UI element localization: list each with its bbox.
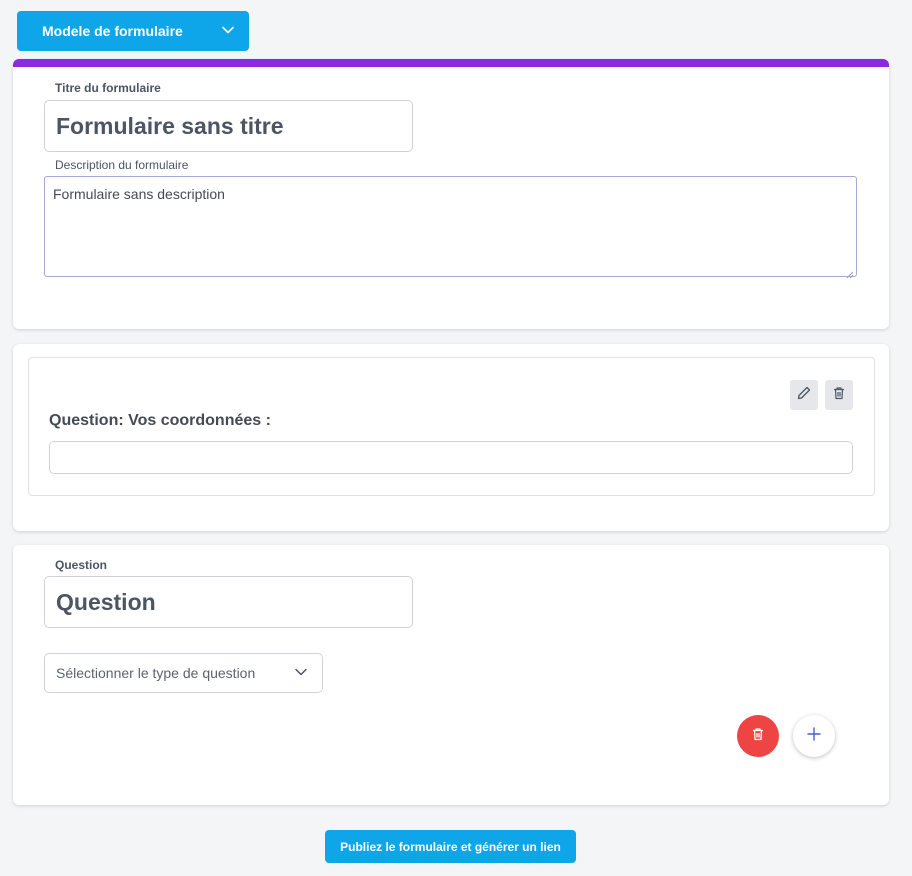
- delete-question-button[interactable]: [825, 380, 853, 410]
- chevron-down-icon: [221, 23, 235, 40]
- form-title-input[interactable]: Formulaire sans titre: [44, 100, 413, 152]
- plus-icon: [806, 726, 822, 747]
- add-question-button[interactable]: [793, 715, 835, 757]
- form-description-value: Formulaire sans description: [53, 186, 225, 202]
- question-type-select[interactable]: Sélectionner le type de question: [44, 653, 323, 693]
- pencil-icon: [796, 385, 812, 406]
- form-title-label: Titre du formulaire: [55, 81, 161, 95]
- form-description-textarea[interactable]: Formulaire sans description: [44, 176, 857, 279]
- publish-button-label: Publiez le formulaire et générer un lien: [340, 839, 561, 854]
- new-question-label: Question: [55, 558, 108, 572]
- question-answer-input[interactable]: [49, 441, 853, 474]
- question-title: Question: Vos coordonnées :: [49, 412, 271, 429]
- new-question-input[interactable]: Question: [44, 576, 413, 628]
- form-description-label: Description du formulaire: [55, 158, 189, 172]
- new-question-value: Question: [56, 588, 156, 615]
- resize-grip-icon[interactable]: [846, 266, 854, 279]
- trash-icon: [750, 726, 766, 747]
- delete-new-question-button[interactable]: [737, 715, 779, 757]
- template-dropdown-button[interactable]: Modele de formulaire: [17, 11, 249, 51]
- accent-bar: [13, 59, 889, 67]
- chevron-down-icon: [294, 665, 308, 682]
- template-button-label: Modele de formulaire: [42, 23, 183, 39]
- form-title-value: Formulaire sans titre: [56, 112, 284, 139]
- question-type-placeholder: Sélectionner le type de question: [56, 665, 256, 681]
- publish-button[interactable]: Publiez le formulaire et générer un lien: [325, 830, 576, 863]
- trash-icon: [831, 385, 847, 406]
- edit-question-button[interactable]: [790, 380, 818, 410]
